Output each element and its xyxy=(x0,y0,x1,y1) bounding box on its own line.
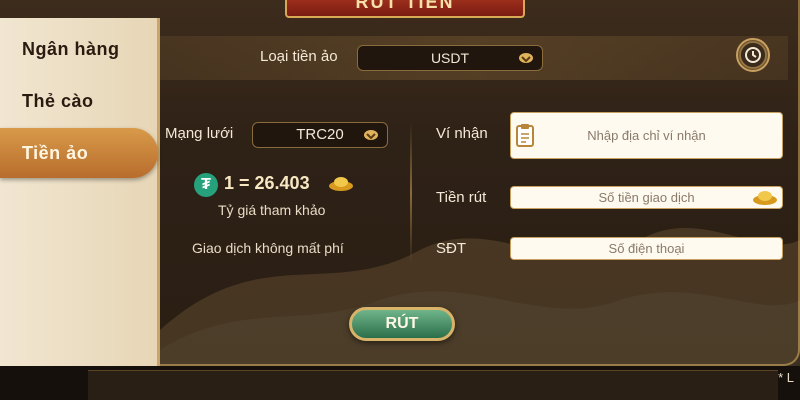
amount-input[interactable]: Số tiền giao dịch xyxy=(510,186,783,209)
gold-ingot-icon xyxy=(329,177,353,191)
underlying-screen: * L xyxy=(0,362,800,400)
game-stage: * L RÚT TIỀN Loại tiền ảo USDT Mạng lưới… xyxy=(0,0,800,400)
network-label: Mạng lưới xyxy=(165,125,234,142)
currency-label: Loại tiền ảo xyxy=(260,48,338,65)
underlying-note: * L xyxy=(778,370,794,385)
history-clock-icon xyxy=(745,47,761,63)
amount-placeholder: Số tiền giao dịch xyxy=(598,190,695,205)
withdraw-button[interactable]: RÚT xyxy=(349,307,455,341)
tether-icon: ₮ xyxy=(194,173,218,197)
phone-label: SĐT xyxy=(436,240,466,257)
gold-ingot-icon xyxy=(753,191,777,205)
network-select[interactable]: TRC20 xyxy=(252,122,388,148)
phone-input[interactable]: Số điện thoại xyxy=(510,237,783,260)
chevron-down-icon xyxy=(519,53,533,63)
column-divider xyxy=(410,122,412,264)
wallet-address-input[interactable]: Nhập địa chỉ ví nhận xyxy=(510,112,783,159)
phone-placeholder: Số điện thoại xyxy=(608,241,685,256)
wallet-label: Ví nhận xyxy=(436,125,488,142)
withdraw-method-sidebar: Ngân hàng Thẻ cào Tiền ảo xyxy=(0,18,160,366)
network-value: TRC20 xyxy=(296,126,344,143)
rate-caption: Tỷ giá tham khảo xyxy=(218,202,326,218)
sidebar-item-card[interactable]: Thẻ cào xyxy=(0,76,160,126)
underlying-panel xyxy=(88,370,778,400)
currency-select[interactable]: USDT xyxy=(357,45,543,71)
sidebar-item-bank[interactable]: Ngân hàng xyxy=(0,24,160,74)
fee-note: Giao dịch không mất phí xyxy=(192,240,344,256)
chevron-down-icon xyxy=(364,130,378,140)
panel-title: RÚT TIỀN xyxy=(285,0,525,18)
history-button[interactable] xyxy=(736,38,770,72)
wallet-placeholder: Nhập địa chỉ ví nhận xyxy=(587,128,706,143)
amount-label: Tiền rút xyxy=(436,189,487,206)
sidebar-item-crypto[interactable]: Tiền ảo xyxy=(0,128,158,178)
currency-value: USDT xyxy=(430,50,470,66)
exchange-rate: 1 = 26.403 xyxy=(224,173,310,193)
clipboard-icon xyxy=(516,124,534,147)
